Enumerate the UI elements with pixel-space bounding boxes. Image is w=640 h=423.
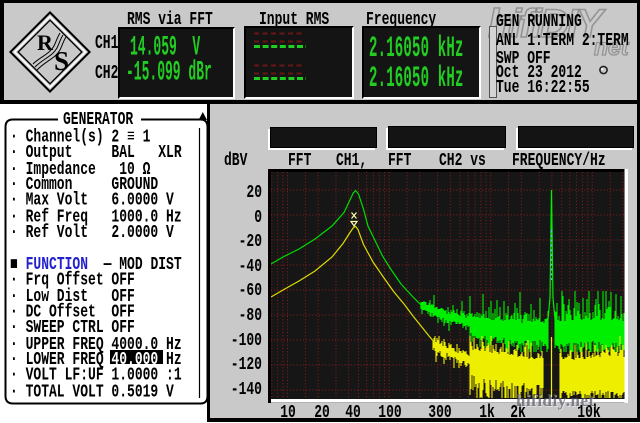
svg-text:R: R (37, 30, 54, 55)
svg-text:S: S (54, 46, 69, 76)
